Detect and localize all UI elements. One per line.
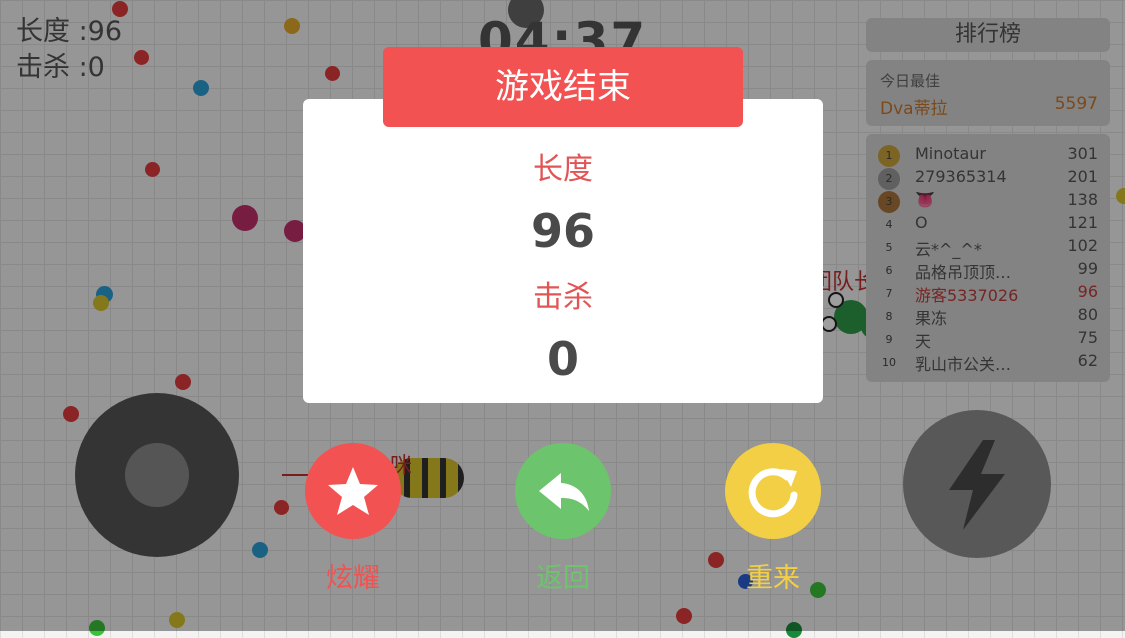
dialog-title: 游戏结束 [383,47,743,127]
star-icon [328,467,378,515]
final-kills-value: 0 [546,332,579,386]
restart-icon [748,468,798,518]
back-button[interactable] [515,443,611,539]
final-kills-label: 击杀 [533,280,593,315]
final-length-value: 96 [530,204,595,258]
final-length-label: 长度 [533,152,593,187]
restart-button[interactable] [725,443,821,539]
back-button-label[interactable]: 返回 [515,556,611,595]
share-button-label[interactable]: 炫耀 [305,556,401,595]
share-button[interactable] [305,443,401,539]
back-arrow-icon [539,473,589,511]
restart-button-label[interactable]: 重来 [725,556,821,595]
